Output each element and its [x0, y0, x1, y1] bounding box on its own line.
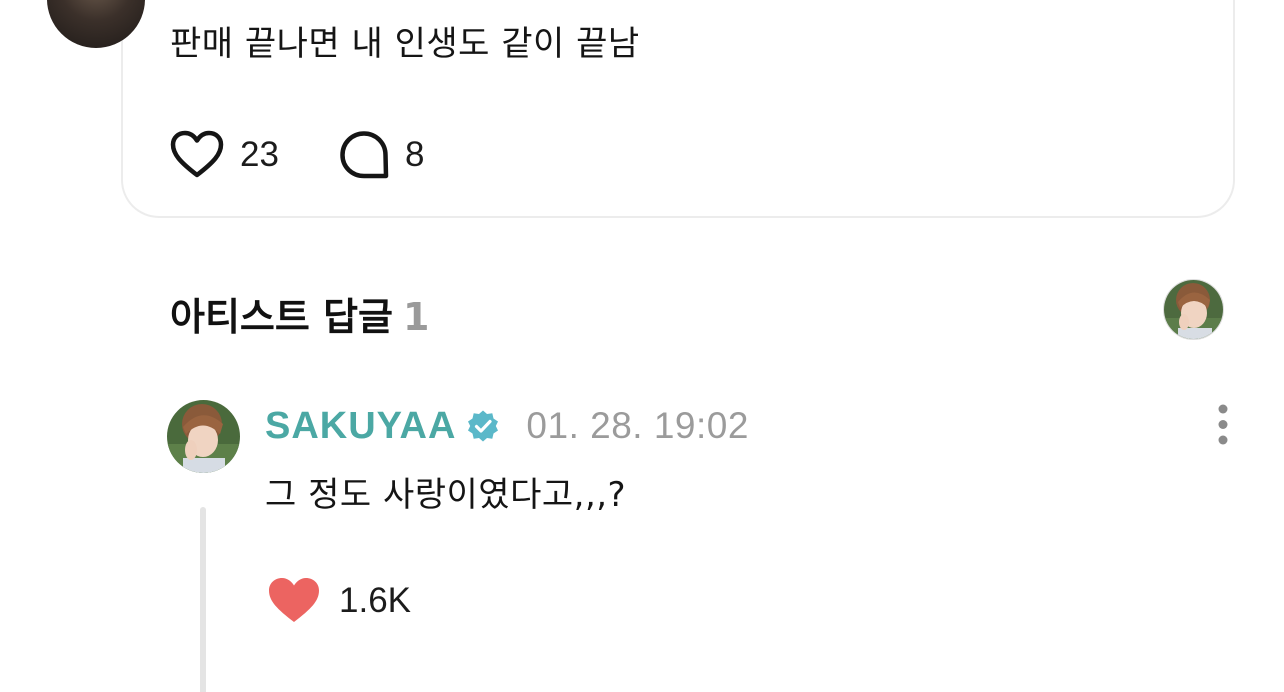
like-button[interactable]: 23 [170, 130, 279, 180]
reply-button[interactable]: 8 [339, 130, 424, 180]
like-count: 23 [240, 135, 279, 174]
artist-replies-title: 아티스트 답글 [170, 295, 393, 339]
reply-timestamp: 01. 28. 19:02 [526, 405, 749, 446]
artist-photo [167, 400, 240, 473]
artist-reply-text: 그 정도 사랑이였다고,,,? [265, 475, 627, 515]
more-vertical-icon [1218, 404, 1228, 445]
artist-like-button[interactable]: 1.6K [267, 576, 411, 626]
heart-outline-icon [170, 130, 224, 178]
artist-avatar-small[interactable] [1163, 279, 1224, 340]
fan-comment-actions: 23 8 [170, 130, 424, 180]
fan-comment-text: 판매 끝나면 내 인생도 같이 끝남 [170, 24, 640, 64]
comment-thread-page: 판매 끝나면 내 인생도 같이 끝남 23 8 아티스트 답글 1 SAKUYA… [0, 0, 1284, 692]
artist-name[interactable]: SAKUYAA [265, 405, 456, 448]
more-options-button[interactable] [1208, 403, 1238, 449]
artist-photo [1164, 280, 1223, 339]
artist-replies-heading: 아티스트 답글 1 [170, 286, 429, 341]
heart-filled-icon [269, 578, 319, 622]
verified-badge-icon [468, 410, 499, 442]
reply-count: 8 [404, 135, 425, 174]
artist-reply-header: SAKUYAA 01. 28. 19:02 [265, 400, 749, 452]
artist-avatar[interactable] [167, 400, 240, 473]
reply-thread-line [200, 507, 206, 692]
speech-bubble-icon [340, 131, 389, 179]
artist-replies-count: 1 [403, 295, 430, 339]
artist-like-count: 1.6K [339, 581, 411, 620]
